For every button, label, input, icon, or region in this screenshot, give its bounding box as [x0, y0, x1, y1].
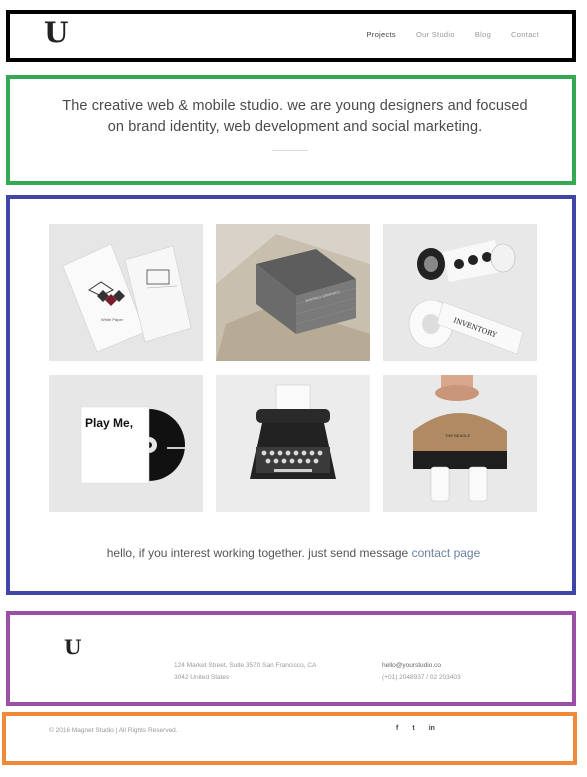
cta-text: hello, if you interest working together.… — [106, 546, 409, 560]
bottom-bar-outline — [2, 712, 577, 765]
cup-carrier-label: THE BEAGLE — [445, 433, 470, 438]
intro-line-2: on brand identity, web development and s… — [107, 119, 483, 135]
nav-projects[interactable]: Projects — [366, 30, 396, 39]
footer-phone: (+01) 2048937 / 02 203403 — [382, 674, 461, 681]
footer-logo[interactable]: U — [64, 636, 81, 658]
footer-email[interactable]: hello@yourstudio.co — [382, 660, 461, 672]
contact-cta: hello, if you interest working together.… — [0, 546, 587, 560]
business-cards-image: White Paper — [49, 224, 203, 361]
typewriter-image — [216, 375, 370, 512]
cup-carrier-image: THE BEAGLE — [383, 375, 537, 512]
linkedin-icon[interactable]: in — [429, 725, 435, 732]
portfolio-item-cup-carrier[interactable]: THE BEAGLE — [383, 375, 537, 512]
portfolio-item-business-cards[interactable]: White Paper — [49, 224, 203, 361]
social-links: f t in — [396, 725, 435, 732]
facebook-icon[interactable]: f — [396, 725, 398, 732]
portfolio-item-typewriter[interactable] — [216, 375, 370, 512]
portfolio-item-cd-cover[interactable]: Play Me, — [49, 375, 203, 512]
address-line-1: 124 Market Street, Suite 3570 San Franci… — [174, 662, 317, 669]
nav-our-studio[interactable]: Our Studio — [416, 30, 455, 39]
copyright-text: © 2016 Magnet Studio | All Rights Reserv… — [49, 727, 178, 734]
contact-page-link[interactable]: contact page — [412, 546, 481, 560]
intro-divider — [272, 150, 308, 151]
nav-contact[interactable]: Contact — [511, 30, 539, 39]
twitter-icon[interactable]: t — [412, 725, 414, 732]
book-stack-image: BUFFALO GRAPHICS — [216, 224, 370, 361]
site-logo[interactable]: U — [44, 18, 68, 48]
cd-title: Play Me, — [85, 416, 133, 430]
footer-section-outline — [6, 611, 576, 706]
main-nav: Projects Our Studio Blog Contact — [366, 30, 539, 39]
footer-contact: hello@yourstudio.co (+01) 2048937 / 02 2… — [382, 660, 461, 684]
intro-line-1: The creative web & mobile studio. we are… — [62, 98, 528, 114]
business-card-label: White Paper — [101, 317, 124, 322]
portfolio-grid: White Paper BUFFALO GRAPHICS INVENTORY P… — [49, 224, 537, 512]
address-line-2: 3042 United States — [174, 674, 230, 681]
cd-cover-image: Play Me, — [49, 375, 203, 512]
nav-blog[interactable]: Blog — [475, 30, 491, 39]
footer-address: 124 Market Street, Suite 3570 San Franci… — [174, 660, 344, 684]
portfolio-item-book-stack[interactable]: BUFFALO GRAPHICS — [216, 224, 370, 361]
portfolio-item-tape-rolls[interactable]: INVENTORY — [383, 224, 537, 361]
tape-rolls-image: INVENTORY — [383, 224, 537, 361]
intro-text: The creative web & mobile studio. we are… — [30, 96, 560, 138]
